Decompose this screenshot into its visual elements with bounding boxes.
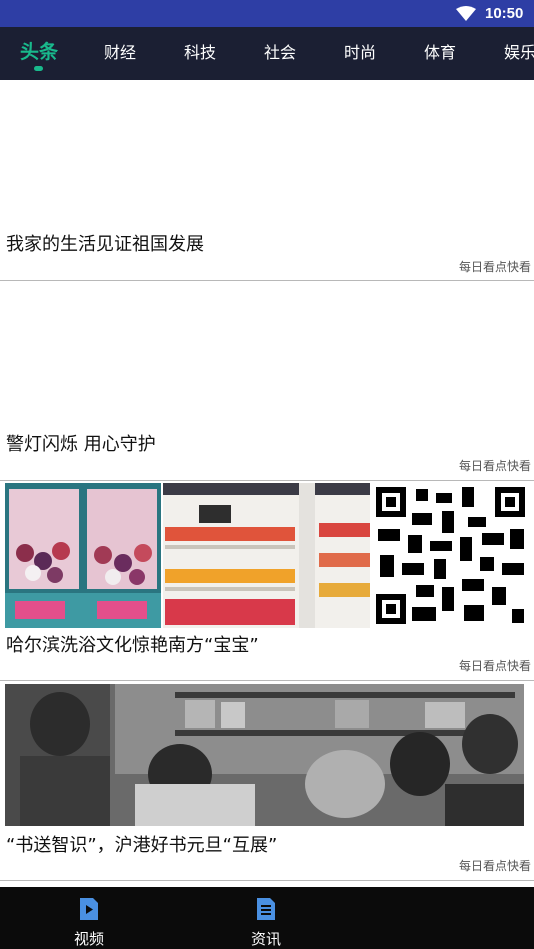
- news-source: 每日看点快看: [458, 459, 531, 473]
- active-tab-indicator: [34, 66, 43, 71]
- tab-technology[interactable]: 科技: [184, 39, 216, 63]
- qr-code-thumbnail: [372, 483, 529, 628]
- video-icon: [80, 898, 98, 920]
- news-title: 哈尔滨洗浴文化惊艳南方“宝宝”: [6, 635, 259, 656]
- news-card[interactable]: 警灯闪烁 用心守护 每日看点快看: [0, 281, 534, 481]
- news-source: 每日看点快看: [458, 260, 531, 274]
- nav-news[interactable]: 资讯: [236, 897, 296, 949]
- category-tab-bar: 头条 财经 科技 社会 时尚 体育 娱乐: [0, 27, 534, 80]
- claw-machine-thumbnail: [5, 483, 161, 628]
- tab-fashion[interactable]: 时尚: [344, 39, 376, 63]
- nav-news-label: 资讯: [250, 930, 281, 948]
- tab-finance[interactable]: 财经: [104, 39, 136, 63]
- news-feed[interactable]: 我家的生活见证祖国发展 每日看点快看 警灯闪烁 用心守护 每日看点快看 哈尔滨洗…: [0, 80, 534, 887]
- drinks-shelf-thumbnail: [163, 483, 370, 628]
- status-time: 10:50: [485, 5, 524, 22]
- news-card[interactable]: “书送智识”，沪港好书元旦“互展” 每日看点快看: [0, 681, 534, 881]
- status-bar: 10:50: [0, 0, 534, 27]
- nav-video-label: 视频: [73, 930, 104, 948]
- news-icon: [257, 898, 275, 920]
- tab-headlines[interactable]: 头条: [20, 37, 58, 64]
- news-title: 我家的生活见证祖国发展: [6, 234, 204, 255]
- news-card[interactable]: 哈尔滨洗浴文化惊艳南方“宝宝” 每日看点快看: [0, 481, 534, 681]
- news-title: 警灯闪烁 用心守护: [6, 434, 156, 455]
- tab-entertainment[interactable]: 娱乐: [504, 39, 534, 63]
- bookstore-photo-thumbnail: [5, 684, 524, 826]
- news-source: 每日看点快看: [458, 859, 531, 873]
- news-card[interactable]: 我家的生活见证祖国发展 每日看点快看: [0, 80, 534, 281]
- tab-society[interactable]: 社会: [264, 39, 296, 63]
- tab-sports[interactable]: 体育: [424, 39, 456, 63]
- news-source: 每日看点快看: [458, 659, 531, 673]
- bottom-navigation: 视频 资讯: [0, 887, 534, 949]
- wifi-icon: [456, 6, 476, 21]
- nav-video[interactable]: 视频: [59, 897, 119, 949]
- news-title: “书送智识”，沪港好书元旦“互展”: [6, 835, 278, 856]
